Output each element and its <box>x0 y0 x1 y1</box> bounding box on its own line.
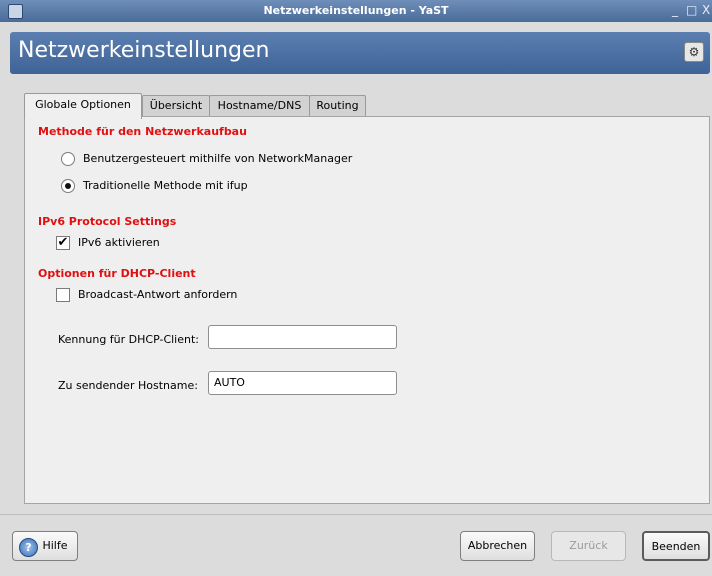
radio-networkmanager[interactable] <box>61 152 75 166</box>
ipv6-checkbox[interactable]: ✔ <box>56 236 70 250</box>
tab-globale-optionen[interactable]: Globale Optionen <box>24 93 142 119</box>
cancel-button[interactable]: Abbrechen <box>460 531 535 561</box>
button-bar: ? Hilfe Abbrechen Zurück Beenden <box>0 514 712 576</box>
hostname-label: Zu sendender Hostname: <box>58 379 198 392</box>
dhcp-heading: Optionen für DHCP-Client <box>38 267 196 280</box>
window-titlebar: Netzwerkeinstellungen - YaST _ □ X <box>0 0 712 22</box>
maximize-button[interactable]: □ <box>686 3 697 17</box>
tab-hostname-dns[interactable]: Hostname/DNS <box>209 95 310 117</box>
settings-panel: Methode für den Netzwerkaufbau Benutzerg… <box>24 116 710 504</box>
page-header: Netzwerkeinstellungen ⚙ <box>10 32 710 74</box>
ipv6-heading: IPv6 Protocol Settings <box>38 215 177 228</box>
network-settings-icon: ⚙ <box>684 42 704 62</box>
hostname-input[interactable]: AUTO <box>208 371 397 395</box>
minimize-button[interactable]: _ <box>672 3 678 17</box>
radio-ifup[interactable] <box>61 179 75 193</box>
help-icon: ? <box>19 538 38 557</box>
network-method-heading: Methode für den Netzwerkaufbau <box>38 125 247 138</box>
broadcast-checkbox-label[interactable]: Broadcast-Antwort anfordern <box>78 288 237 301</box>
radio-ifup-label[interactable]: Traditionelle Methode mit ifup <box>83 179 248 192</box>
broadcast-checkbox[interactable] <box>56 288 70 302</box>
page-title: Netzwerkeinstellungen <box>18 38 270 63</box>
dhcp-client-id-input[interactable] <box>208 325 397 349</box>
radio-networkmanager-label[interactable]: Benutzergesteuert mithilfe von NetworkMa… <box>83 152 352 165</box>
tab-routing[interactable]: Routing <box>309 95 366 117</box>
ipv6-checkbox-label[interactable]: IPv6 aktivieren <box>78 236 160 249</box>
dhcp-client-id-label: Kennung für DHCP-Client: <box>58 333 199 346</box>
help-button-label: Hilfe <box>42 539 68 552</box>
back-button[interactable]: Zurück <box>551 531 626 561</box>
window-title: Netzwerkeinstellungen - YaST <box>263 4 449 17</box>
finish-button[interactable]: Beenden <box>642 531 710 561</box>
tab-uebersicht[interactable]: Übersicht <box>142 95 210 117</box>
help-button[interactable]: ? Hilfe <box>12 531 78 561</box>
close-button[interactable]: X <box>702 3 710 17</box>
